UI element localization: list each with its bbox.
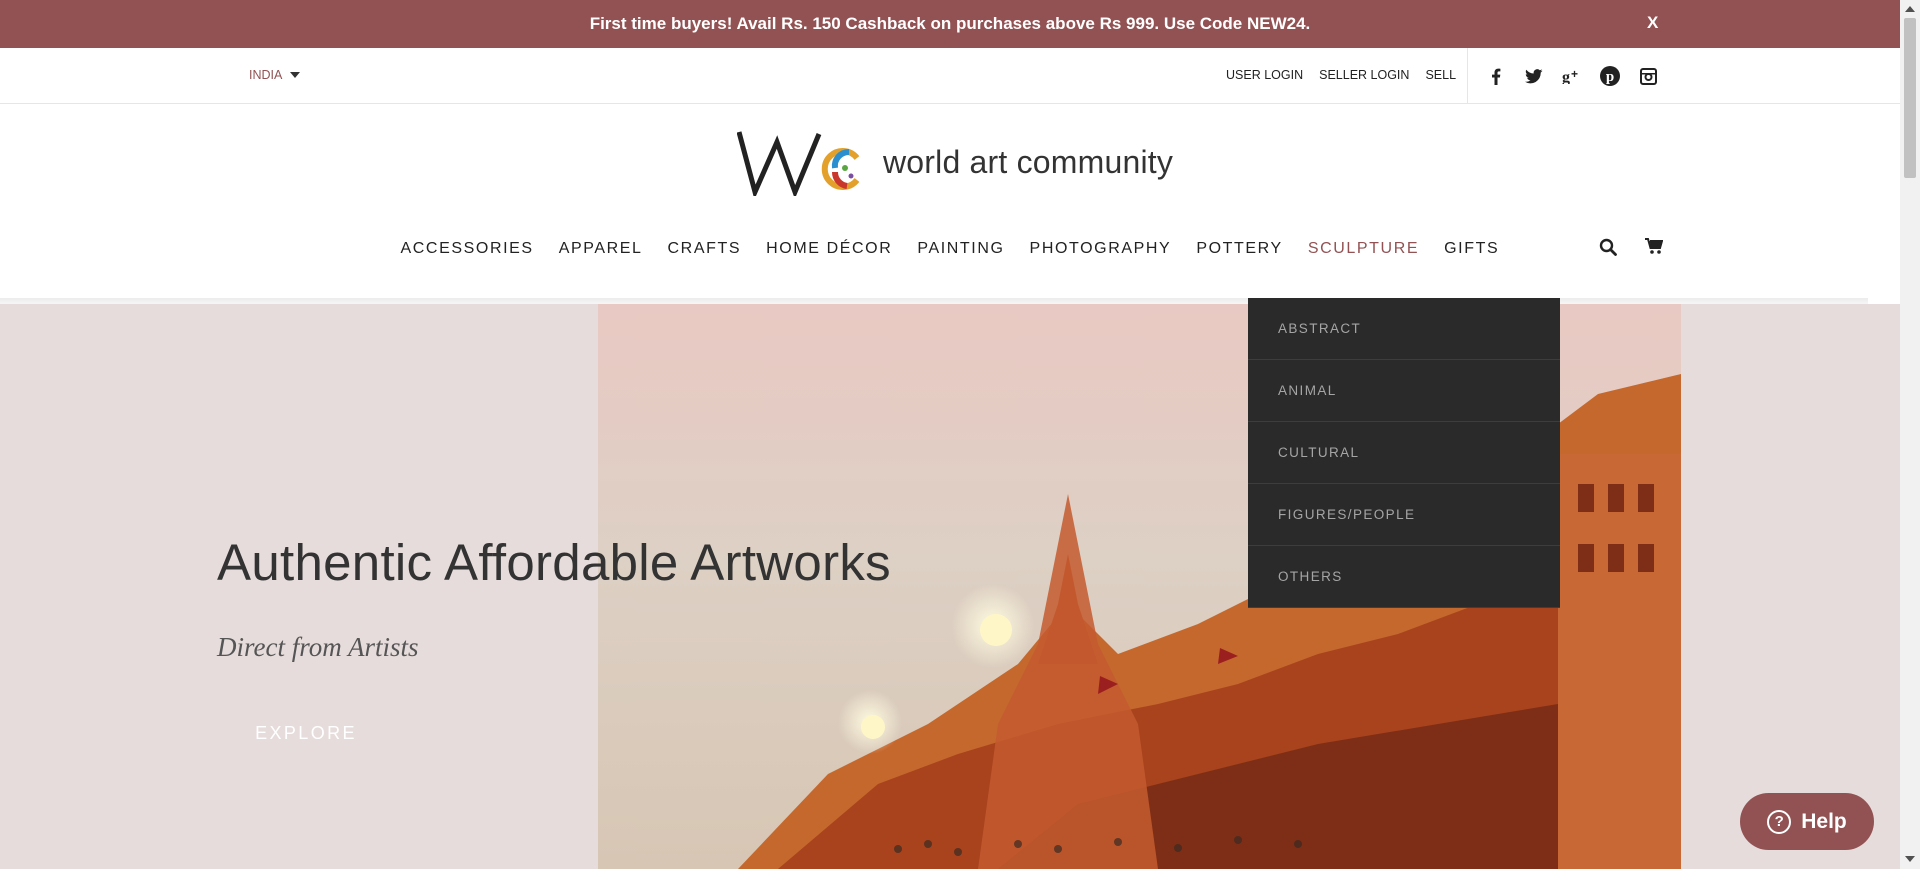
country-label: INDIA	[249, 68, 283, 82]
logo-text: world art community	[883, 143, 1174, 180]
site-logo[interactable]: world art community	[737, 128, 1173, 196]
hero-title: Authentic Affordable Artworks	[217, 534, 891, 591]
nav-item-home-decor[interactable]: HOME DÉCOR	[754, 240, 905, 258]
scroll-up-arrow-icon[interactable]	[1905, 6, 1915, 12]
cart-icon[interactable]	[1645, 238, 1664, 260]
twitter-icon[interactable]	[1522, 64, 1546, 88]
chevron-down-icon	[290, 72, 301, 78]
utility-bar: INDIA USER LOGIN SELLER LOGIN SELL g + p	[0, 48, 1900, 104]
nav-item-painting[interactable]: PAINTING	[905, 240, 1017, 258]
divider	[1467, 48, 1468, 104]
wac-logo-mark	[737, 131, 860, 196]
help-button[interactable]: ? Help	[1740, 793, 1874, 850]
nav-item-apparel[interactable]: APPAREL	[546, 240, 655, 258]
hero-banner: Authentic Affordable Artworks Direct fro…	[0, 304, 1900, 869]
sell-link[interactable]: SELL	[1425, 68, 1456, 82]
search-icon[interactable]	[1599, 238, 1617, 261]
page-scrollbar[interactable]	[1900, 0, 1920, 869]
close-promo-button[interactable]: X	[1647, 13, 1658, 33]
svg-text:+: +	[1571, 68, 1578, 81]
scrollbar-thumb[interactable]	[1904, 18, 1916, 178]
nav-item-accessories[interactable]: ACCESSORIES	[388, 240, 546, 258]
instagram-icon[interactable]	[1636, 64, 1660, 88]
svg-text:g: g	[1562, 69, 1570, 84]
svg-text:p: p	[1606, 69, 1614, 85]
dropdown-item-others[interactable]: OTHERS	[1248, 546, 1560, 608]
facebook-icon[interactable]	[1484, 64, 1508, 88]
nav-item-pottery[interactable]: POTTERY	[1184, 240, 1295, 258]
country-selector[interactable]: INDIA	[249, 68, 301, 82]
nav-item-gifts[interactable]: GIFTS	[1432, 240, 1512, 258]
dropdown-item-figures-people[interactable]: FIGURES/PEOPLE	[1248, 484, 1560, 546]
promo-banner: First time buyers! Avail Rs. 150 Cashbac…	[0, 0, 1900, 48]
google-plus-icon[interactable]: g +	[1560, 64, 1584, 88]
promo-text: First time buyers! Avail Rs. 150 Cashbac…	[589, 14, 1311, 33]
seller-login-link[interactable]: SELLER LOGIN	[1319, 68, 1409, 82]
main-navigation: ACCESSORIES APPAREL CRAFTS HOME DÉCOR PA…	[388, 240, 1512, 258]
nav-item-sculpture[interactable]: SCULPTURE	[1295, 240, 1431, 258]
account-links: USER LOGIN SELLER LOGIN SELL	[1226, 68, 1456, 82]
user-login-link[interactable]: USER LOGIN	[1226, 68, 1303, 82]
explore-button[interactable]: EXPLORE	[217, 713, 395, 753]
nav-item-crafts[interactable]: CRAFTS	[655, 240, 754, 258]
help-label: Help	[1801, 809, 1847, 833]
question-mark-icon: ?	[1767, 809, 1792, 834]
dropdown-item-cultural[interactable]: CULTURAL	[1248, 422, 1560, 484]
dropdown-item-animal[interactable]: ANIMAL	[1248, 360, 1560, 422]
sculpture-dropdown-menu: ABSTRACT ANIMAL CULTURAL FIGURES/PEOPLE …	[1248, 298, 1560, 608]
pinterest-icon[interactable]: p	[1598, 64, 1622, 88]
dropdown-item-abstract[interactable]: ABSTRACT	[1248, 298, 1560, 360]
scroll-down-arrow-icon[interactable]	[1905, 856, 1915, 862]
hero-subtitle: Direct from Artists	[217, 632, 419, 662]
nav-item-photography[interactable]: PHOTOGRAPHY	[1017, 240, 1184, 258]
social-links: g + p	[1484, 64, 1660, 88]
